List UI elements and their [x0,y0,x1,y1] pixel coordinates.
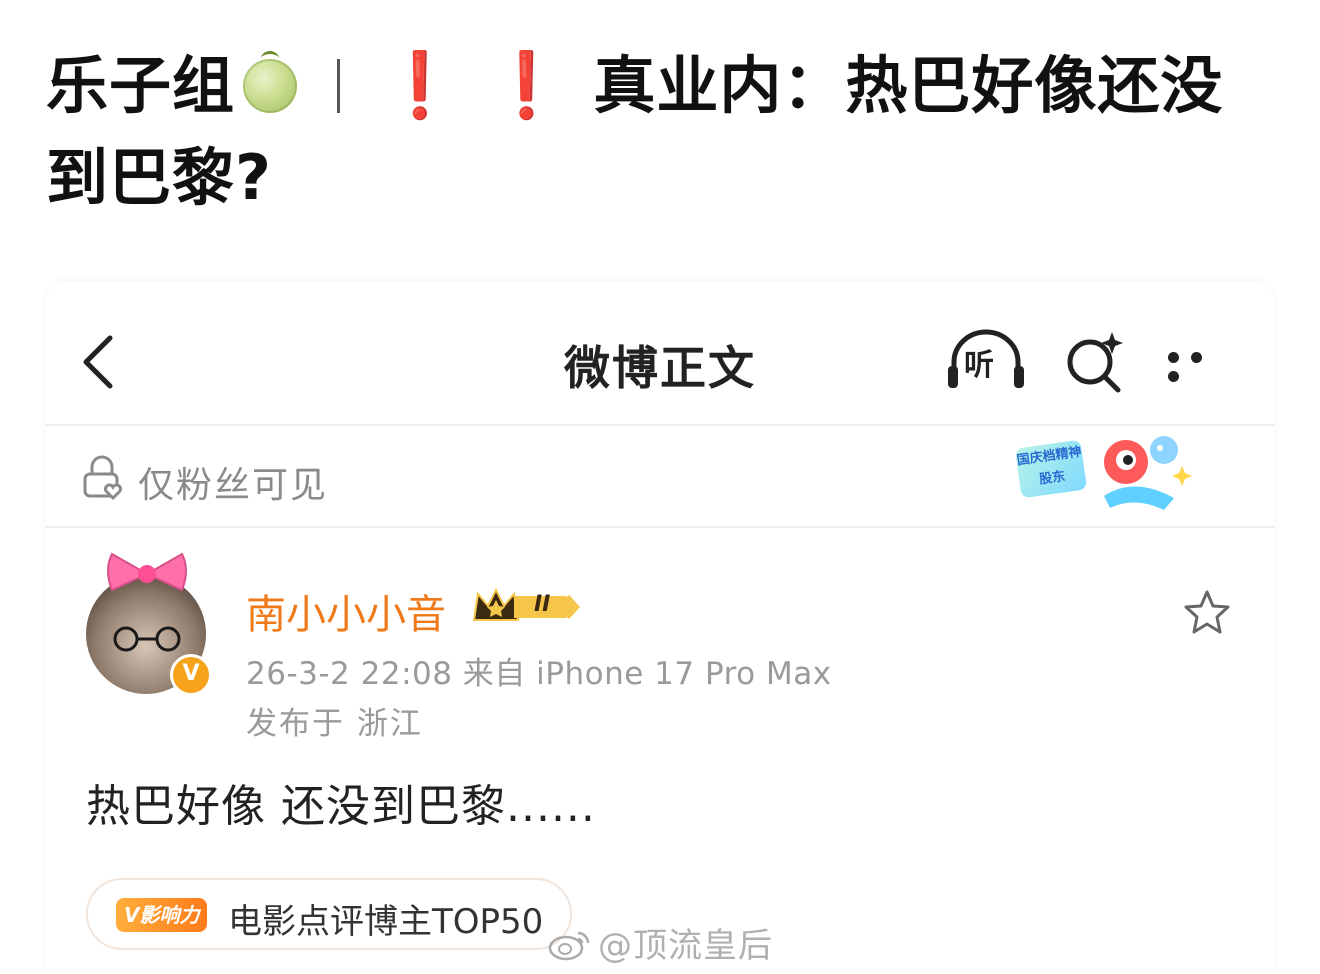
watermark: @顶流皇后 [548,918,773,967]
influence-tag: V影响力 [116,898,208,932]
author-row: V 南小小小音 II 26-3-2 22:08 来自 iPhone 17 Pro… [46,544,1274,744]
verified-badge: V [170,654,212,696]
post-body: 热巴好像 还没到巴黎...... [86,781,596,832]
influence-text: 电影点评博主TOP50 [228,902,544,942]
influence-badge[interactable]: V影响力 电影点评博主TOP50 [86,878,572,950]
vip-level: II [534,592,551,617]
top-navbar: 微博正文 听 [46,282,1274,426]
mascot-icon [1104,436,1192,510]
bow-icon [107,552,187,592]
star-icon [1184,590,1230,634]
watermark-text: @顶流皇后 [598,926,773,966]
melon-icon [243,51,298,113]
lock-heart-icon [83,455,122,500]
visibility-row: 仅粉丝可见 国庆档精神股东 [46,426,1274,528]
more-button[interactable] [1168,348,1234,382]
more-dots-icon [1168,352,1179,363]
exclamation-icon: ❗ [380,49,461,123]
exclamation-icon: ❗ [486,49,568,123]
author-name[interactable]: 南小小小音 [246,582,446,640]
listen-label: 听 [964,348,994,383]
more-dot [1191,352,1202,363]
promo-badge[interactable]: 国庆档精神股东 [1014,426,1194,522]
post-location: 发布于 浙江 [246,706,423,742]
headline: 乐子组 ❗ ❗ 真业内：热巴好像还没到巴黎? [46,40,1276,224]
favorite-button[interactable] [1182,588,1232,638]
weibo-post-card: 微博正文 听 仅粉丝可见 国庆档精神股东 V 南小小小音 II 26-3-2 2… [46,282,1274,974]
search-button[interactable] [1062,330,1126,394]
search-sparkle-icon [1067,332,1123,393]
post-meta: 26-3-2 22:08 来自 iPhone 17 Pro Max [246,656,832,692]
headline-separator [337,59,341,113]
headline-prefix: 乐子组 [46,49,236,122]
vip-badge[interactable]: II [470,584,582,630]
glasses-icon [113,626,181,652]
weibo-logo-icon [548,931,590,961]
visibility-label: 仅粉丝可见 [138,465,329,506]
crown-icon [472,587,581,621]
listen-button[interactable]: 听 [946,326,1026,394]
more-dot [1168,371,1179,382]
